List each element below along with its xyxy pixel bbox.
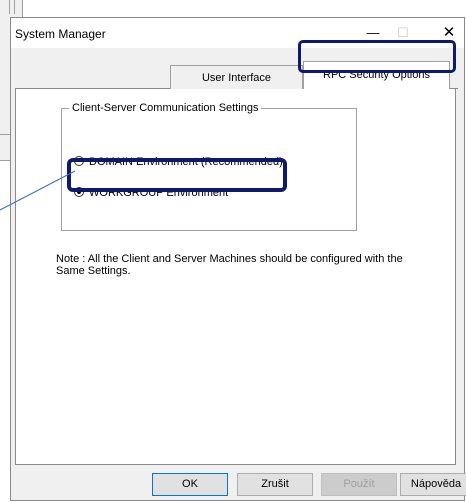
rpc-tab-highlight	[298, 40, 456, 73]
workgroup-highlight	[67, 158, 287, 192]
tab-user-interface[interactable]: User Interface	[170, 65, 303, 89]
cancel-button[interactable]: Zrušit	[237, 473, 313, 496]
system-manager-dialog: System Manager — ☐ ✕ User Interface RPC …	[10, 17, 466, 501]
background-divider	[9, 0, 10, 14]
background-divider	[0, 134, 10, 135]
window-title: System Manager	[15, 27, 106, 41]
group-label: Client-Server Communication Settings	[69, 102, 262, 115]
help-button[interactable]: Nápověda	[400, 473, 466, 496]
note-text: Note : All the Client and Server Machine…	[56, 253, 403, 277]
apply-button: Použít	[321, 473, 397, 496]
tab-panel: Client-Server Communication Settings DOM…	[15, 89, 456, 465]
ok-button[interactable]: OK	[152, 473, 228, 496]
background-divider	[14, 0, 15, 14]
